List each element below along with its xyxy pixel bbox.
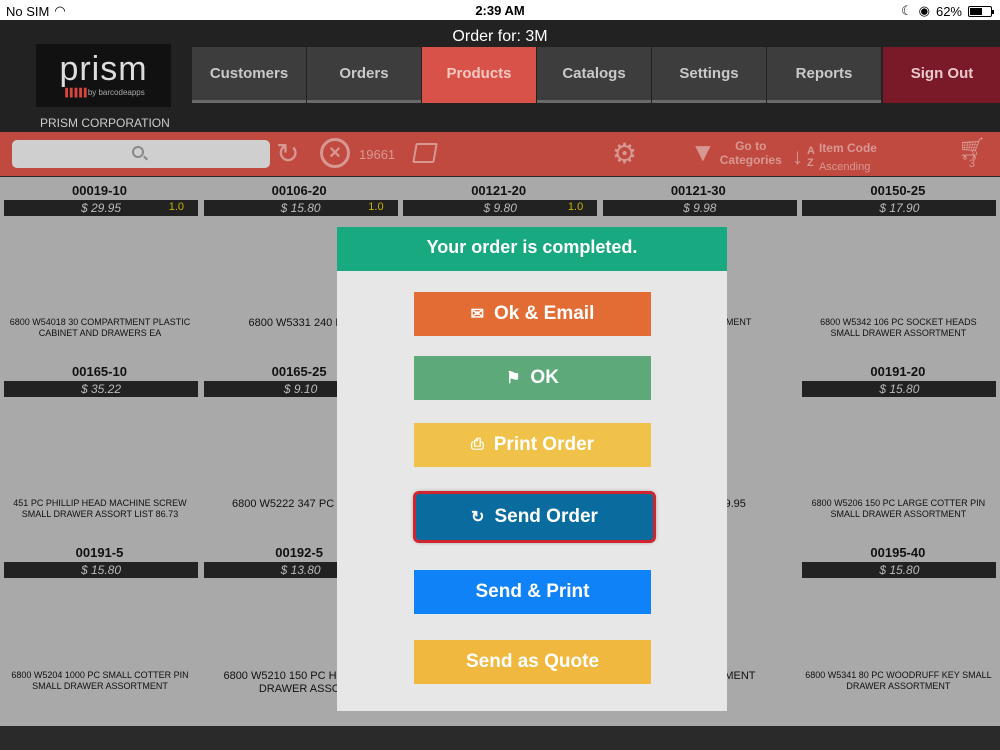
ordered-qty: 1.0: [168, 201, 184, 213]
send-print-label: Send & Print: [475, 581, 590, 602]
status-bar: No SIM ◠ 2:39 AM ☾ ◉ 62%: [0, 0, 1000, 20]
product-code: 00165-10: [72, 364, 127, 379]
product-description: 6800 W5342 106 PC SOCKET HEADS SMALL DRA…: [820, 317, 977, 338]
search-icon: [132, 146, 144, 158]
product-description: 6800 W5204 1000 PC SMALL COTTER PIN SMAL…: [11, 670, 189, 691]
price-bar: $ 9.80 1.0: [403, 200, 598, 216]
product-code: 00019-10: [72, 183, 127, 198]
clear-icon[interactable]: ×: [320, 138, 350, 168]
sort-direction: Ascending: [818, 161, 871, 173]
funnel-icon: ▼: [690, 137, 716, 167]
product-tile[interactable]: 00019-10 $ 29.95 1.0 6800 W54018 30 COMPART…: [0, 177, 199, 358]
tab-settings[interactable]: Settings: [652, 47, 766, 103]
send-order-label: Send Order: [494, 506, 598, 527]
sort-arrow-icon: ↓: [792, 144, 803, 169]
flags-icon: ⚑: [506, 370, 521, 387]
product-code: 00191-20: [870, 364, 926, 379]
ok-label: OK: [530, 367, 559, 388]
battery-percent: 62%: [935, 3, 962, 19]
product-tile[interactable]: 00191-5 $ 15.80 6800 W5204 1000 PC SMALL C…: [0, 539, 199, 720]
refresh-icon[interactable]: ↻: [276, 137, 299, 170]
product-tile[interactable]: 00195-40 $ 15.80 6800 W5341 80 PC WOODRUFF…: [798, 539, 997, 720]
bottom-bar: [0, 726, 1000, 750]
price-bar: $ 29.95 1.0: [4, 200, 198, 216]
send-refresh-icon: ↻: [471, 509, 485, 526]
printer-icon: ⎙: [470, 436, 484, 453]
order-complete-dialog: Your order is completed. ✉ Ok & Email ⚑ …: [337, 227, 727, 711]
print-order-label: Print Order: [493, 434, 595, 455]
product-description: 6800 W54018 30 COMPARTMENT PLASTIC CABIN…: [9, 317, 191, 338]
status-right: ☾ ◉ 62%: [900, 3, 994, 19]
product-description: 6800 W5341 80 PC WOODRUFF KEY SMALL DRAW…: [805, 670, 992, 691]
send-print-button[interactable]: Send & Print: [414, 570, 651, 614]
moon-icon: ☾: [900, 3, 913, 18]
product-description: 451 PC PHILLIP HEAD MACHINE SCREW SMALL …: [13, 498, 187, 519]
ordered-qty: 1.0: [567, 201, 584, 213]
product-code: 00121-20: [471, 183, 527, 198]
product-description: 6800 W5206 150 PC LARGE COTTER PIN SMALL…: [811, 498, 986, 519]
ok-email-label: Ok & Email: [494, 303, 595, 324]
go-to-categories-button[interactable]: ▼ Go to Categories: [690, 137, 782, 168]
tab-catalogs[interactable]: Catalogs: [537, 47, 651, 103]
price-bar: $ 15.80: [802, 562, 997, 578]
product-price: $ 35.22: [80, 382, 122, 396]
product-price: $ 15.80: [80, 563, 122, 577]
lock-rotation-icon: ◉: [918, 3, 930, 18]
ordered-qty: 1.0: [368, 201, 384, 213]
product-code: 00106-20: [271, 183, 327, 198]
catalog-book-icon[interactable]: [412, 143, 438, 163]
product-code: 00191-5: [75, 545, 124, 560]
tab-reports[interactable]: Reports: [767, 47, 881, 103]
clock: 2:39 AM: [475, 3, 525, 18]
product-price: $ 15.80: [879, 382, 920, 396]
product-code: 00121-30: [670, 183, 726, 198]
tab-orders[interactable]: Orders: [307, 47, 421, 103]
print-order-button[interactable]: ⎙ Print Order: [414, 423, 651, 467]
sign-out-button[interactable]: Sign Out: [883, 47, 1000, 103]
price-bar: $ 35.22: [4, 381, 198, 397]
search-input[interactable]: [12, 140, 270, 168]
ok-button[interactable]: ⚑ OK: [414, 356, 651, 400]
sort-title: Item Code: [818, 141, 877, 155]
product-tile[interactable]: 00165-10 $ 35.22 451 PC PHILLIP HEAD MACHI…: [0, 358, 199, 539]
tab-customers[interactable]: Customers: [192, 47, 306, 103]
price-bar: $ 15.80: [4, 562, 198, 578]
product-price: $ 17.90: [879, 201, 920, 215]
go-to-categories-label: Go to Categories: [719, 138, 782, 167]
product-price: $ 15.80: [879, 563, 920, 577]
dialog-title: Your order is completed.: [337, 227, 727, 271]
app-header: Order for: 3M prism ▐▐▐▐▐ by barcodeapps…: [0, 20, 1000, 132]
gear-icon[interactable]: ⚙: [612, 137, 637, 170]
cart-button[interactable]: 🛒︎ 3: [958, 136, 986, 170]
product-tile[interactable]: 00150-25 $ 17.90 6800 W5342 106 PC SOCKET …: [798, 177, 997, 358]
product-code: 00195-40: [870, 545, 926, 560]
main-nav: Customers Orders Products Catalogs Setti…: [192, 47, 1000, 103]
battery-icon: [968, 5, 994, 17]
price-bar: $ 15.80 1.0: [203, 200, 398, 216]
product-price: $ 9.98: [683, 201, 717, 215]
prism-logo: prism ▐▐▐▐▐ by barcodeapps: [36, 44, 171, 107]
envelope-icon: ✉: [470, 306, 485, 323]
product-toolbar: ↻ × 19661 ⚙ ▼ Go to Categories ↓ AZ Item …: [0, 132, 1000, 176]
logo-word: prism: [59, 50, 148, 88]
sort-az-icon: AZ: [807, 145, 815, 169]
sort-button[interactable]: ↓ AZ Item Code Ascending: [792, 139, 877, 175]
product-code: 00150-25: [870, 183, 926, 198]
ok-email-button[interactable]: ✉ Ok & Email: [414, 292, 651, 336]
send-quote-button[interactable]: Send as Quote: [414, 640, 651, 684]
price-bar: $ 15.80: [802, 381, 997, 397]
logo-sub: ▐▐▐▐▐ by barcodeapps: [62, 88, 145, 97]
price-bar: $ 17.90: [802, 200, 997, 216]
send-quote-label: Send as Quote: [465, 651, 600, 672]
company-name: PRISM CORPORATION: [40, 116, 170, 130]
product-tile[interactable]: 00191-20 $ 15.80 6800 W5206 150 PC LARGE C…: [798, 358, 997, 539]
item-count: 19661: [359, 147, 396, 162]
sort-labels: Item Code Ascending: [819, 139, 877, 175]
price-bar: $ 9.98: [602, 200, 797, 216]
tab-products[interactable]: Products: [422, 47, 536, 103]
send-order-button[interactable]: ↻ Send Order: [413, 491, 656, 543]
